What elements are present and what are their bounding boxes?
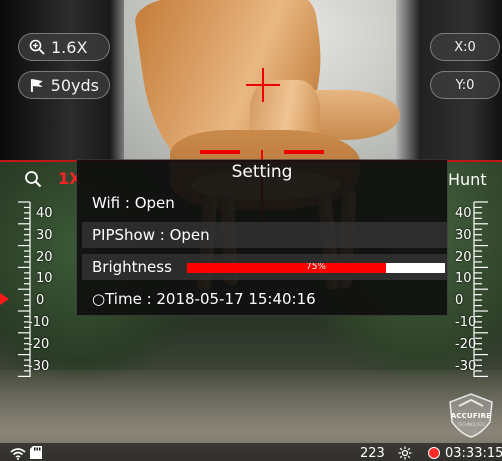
scale-label-left: 10 [36, 271, 53, 287]
elevation-scale-right [442, 162, 502, 422]
level-pointer-icon [0, 293, 9, 305]
dialog-title: Setting [231, 162, 293, 182]
scale-label-left: 20 [36, 249, 53, 265]
menu-item-brightness[interactable]: Brightness 75% [82, 254, 447, 280]
zoom-value: 1.6X [51, 37, 88, 57]
brightness-slider[interactable]: 75% [187, 263, 445, 273]
record-icon [428, 447, 440, 459]
scale-label-right: -10 [455, 315, 477, 330]
flag-icon [30, 79, 43, 92]
menu-item-pipshow[interactable]: PIPShow : Open [82, 222, 447, 248]
range-value: 50yds [50, 75, 99, 95]
y-offset-value: Y:0 [455, 77, 475, 93]
menu-item-wifi[interactable]: Wifi : Open [82, 190, 447, 216]
pipshow-setting-label: PIPShow : Open [92, 226, 210, 244]
range-indicator[interactable]: 50yds [18, 71, 110, 99]
wifi-icon [10, 448, 26, 460]
wifi-setting-label: Wifi : Open [92, 194, 175, 212]
logo-text: ACCUFIRE [450, 412, 492, 420]
scale-label-left: -10 [28, 315, 50, 330]
shot-count: 223 [360, 446, 385, 461]
pip-reticle-vertical [262, 68, 264, 102]
logo-subtext: TECHNOLOGY [457, 422, 485, 427]
search-icon[interactable] [24, 170, 42, 188]
brightness-icon [398, 446, 412, 460]
sd-card-icon [30, 446, 42, 459]
scale-label-right: 40 [455, 206, 472, 221]
recording-timer: 03:33:15 [445, 446, 502, 461]
time-setting-label: ○Time : 2018-05-17 15:40:16 [92, 290, 316, 308]
scale-label-left: -30 [28, 358, 50, 374]
scale-label-right: 10 [455, 271, 472, 287]
y-offset-indicator: Y:0 [430, 71, 500, 99]
scale-label-left: -20 [28, 336, 50, 352]
scale-label-left: 0 [36, 293, 45, 309]
pip-reticle [246, 68, 280, 102]
scale-ticks-left [18, 201, 31, 377]
scope-display: 1.6X 50yds X:0 Y:0 40 30 20 10 0 -10 -20… [0, 0, 502, 461]
brightness-percent: 75% [305, 263, 326, 272]
scale-ticks-right [473, 201, 488, 377]
brightness-label: Brightness [92, 258, 172, 276]
elevation-scale-left [0, 162, 60, 422]
scale-label-right: 20 [455, 249, 472, 265]
scale-label-right: -20 [455, 336, 477, 352]
zoom-indicator[interactable]: 1.6X [18, 33, 110, 61]
scale-label-right: 0 [455, 293, 464, 309]
menu-item-time[interactable]: ○Time : 2018-05-17 15:40:16 [82, 286, 447, 312]
scale-label-left: 40 [36, 206, 53, 221]
setting-dialog: Setting Wifi : Open PIPShow : Open Brigh… [77, 160, 447, 315]
scale-label-left: 30 [36, 227, 53, 243]
status-bar [0, 443, 502, 461]
mode-label[interactable]: Hunt [448, 170, 487, 189]
reticle-right-bar [284, 150, 324, 154]
x-offset-value: X:0 [454, 39, 476, 55]
x-offset-indicator: X:0 [430, 33, 500, 61]
zoom-in-icon [29, 39, 45, 55]
scale-label-right: 30 [455, 227, 472, 243]
scale-label-right: -30 [455, 358, 477, 374]
reticle-left-bar [200, 150, 240, 154]
